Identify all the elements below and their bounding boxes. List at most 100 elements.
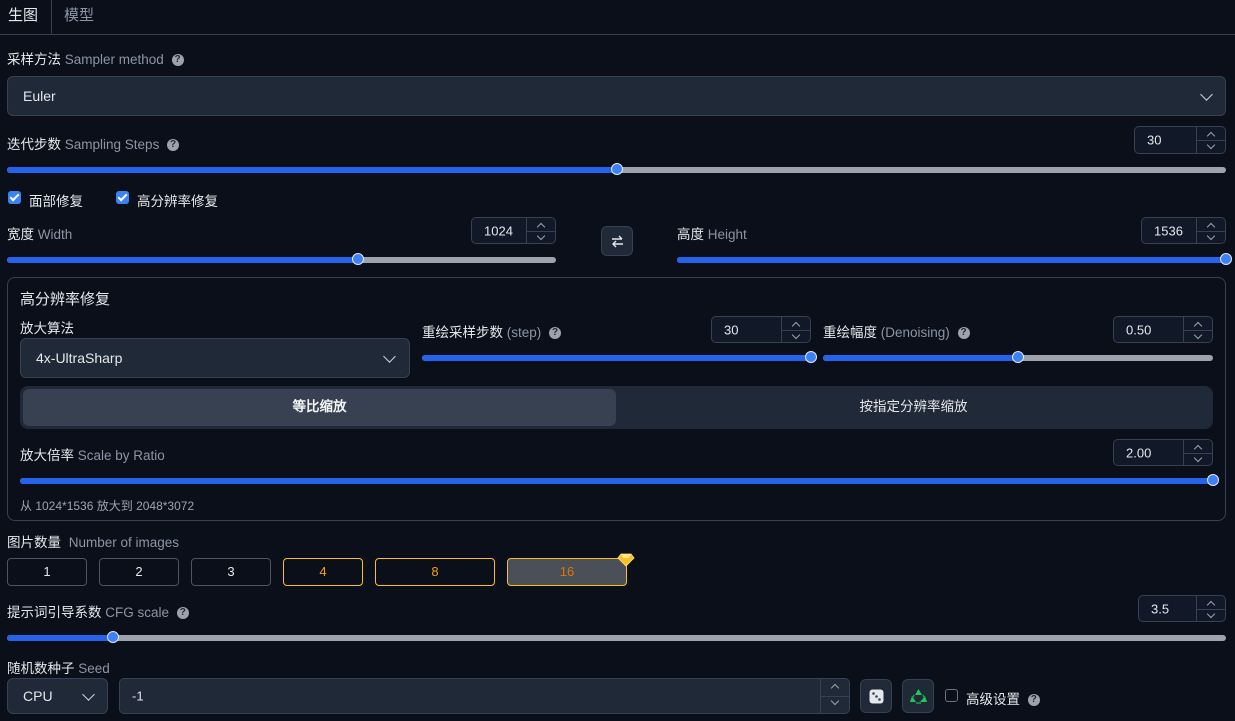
hr-steps-value: 30 <box>724 322 739 337</box>
slider-thumb[interactable] <box>1207 474 1219 486</box>
sampler-select[interactable]: Euler <box>7 76 1226 116</box>
increment-button[interactable] <box>1184 317 1212 331</box>
slider-fill <box>7 167 617 173</box>
upscaler-label: 放大算法 <box>20 321 74 336</box>
increment-button[interactable] <box>527 218 555 232</box>
denoise-slider[interactable] <box>823 351 1213 363</box>
denoise-value: 0.50 <box>1126 322 1152 337</box>
hr-steps-slider[interactable] <box>422 351 817 363</box>
increment-button[interactable] <box>1197 218 1225 232</box>
cfg-label-en: CFG scale <box>105 605 170 620</box>
stepper <box>820 679 849 713</box>
num-images-option-1[interactable]: 1 <box>7 558 87 586</box>
seed-device-select[interactable]: CPU <box>7 678 108 714</box>
increment-button[interactable] <box>1197 596 1225 610</box>
random-seed-button[interactable] <box>860 679 892 713</box>
hr-steps-label-cn: 重绘采样步数 <box>422 325 503 340</box>
help-icon[interactable]: ? <box>167 139 180 152</box>
checkbox-label: 高分辨率修复 <box>137 194 218 209</box>
slider-thumb[interactable] <box>1220 253 1232 265</box>
num-images-option-3[interactable]: 3 <box>191 558 271 586</box>
advanced-settings-checkbox[interactable] <box>945 689 958 702</box>
tab-bar: 生图 模型 <box>0 0 1235 35</box>
increment-button[interactable] <box>1184 440 1212 454</box>
tab-generate[interactable]: 生图 <box>0 0 52 34</box>
slider-thumb[interactable] <box>805 351 817 363</box>
steps-value: 30 <box>1147 132 1162 148</box>
slider-thumb[interactable] <box>352 253 365 265</box>
scale-ratio-slider[interactable] <box>20 474 1219 486</box>
seed-value: -1 <box>132 688 144 704</box>
help-icon[interactable]: ? <box>957 327 970 340</box>
stepper <box>1196 596 1225 621</box>
help-icon[interactable]: ? <box>1027 694 1040 707</box>
steps-number-input[interactable]: 30 <box>1134 126 1226 154</box>
sampler-label-cn: 采样方法 <box>7 52 61 67</box>
tab-model[interactable]: 模型 <box>52 0 106 34</box>
width-slider[interactable] <box>7 253 556 265</box>
denoise-label-cn: 重绘幅度 <box>823 325 877 340</box>
increment-button[interactable] <box>1197 127 1225 141</box>
width-label: 宽度 Width <box>7 223 72 243</box>
height-label-cn: 高度 <box>677 227 704 242</box>
hr-steps-number-input[interactable]: 30 <box>711 316 811 343</box>
denoise-number-input[interactable]: 0.50 <box>1113 316 1213 343</box>
slider-fill <box>7 257 359 263</box>
mode-scale-to-resolution[interactable]: 按指定分辨率缩放 <box>617 389 1210 426</box>
stepper <box>1183 440 1212 465</box>
slider-thumb[interactable] <box>610 163 623 175</box>
help-icon[interactable]: ? <box>171 54 184 67</box>
sampler-label: 采样方法 Sampler method ? <box>7 48 184 68</box>
sampler-label-en: Sampler method <box>64 52 164 67</box>
mode-scale-by-ratio[interactable]: 等比缩放 <box>23 389 616 426</box>
diamond-icon <box>617 553 635 567</box>
seed-device-value: CPU <box>23 688 53 704</box>
stepper <box>526 218 555 243</box>
checkbox-box[interactable] <box>116 191 129 204</box>
slider-thumb[interactable] <box>1012 351 1024 363</box>
hr-steps-label: 重绘采样步数 (step) ? <box>422 321 562 341</box>
cfg-number-input[interactable]: 3.5 <box>1138 595 1226 622</box>
width-number-input[interactable]: 1024 <box>471 217 556 244</box>
width-label-cn: 宽度 <box>7 227 34 242</box>
decrement-button[interactable] <box>1184 330 1212 343</box>
scale-ratio-label-cn: 放大倍率 <box>20 448 74 463</box>
steps-slider[interactable] <box>7 163 1226 175</box>
increment-button[interactable] <box>821 679 849 697</box>
seed-input[interactable]: -1 <box>119 678 850 714</box>
scale-ratio-number-input[interactable]: 2.00 <box>1113 439 1213 466</box>
upscaler-select[interactable]: 4x-UltraSharp <box>20 338 410 378</box>
checkbox-box[interactable] <box>8 191 21 204</box>
decrement-button[interactable] <box>1197 140 1225 153</box>
help-icon[interactable]: ? <box>549 327 562 340</box>
upscale-info-text: 从 1024*1536 放大到 2048*3072 <box>20 499 195 513</box>
scale-ratio-label-en: Scale by Ratio <box>77 448 165 463</box>
decrement-button[interactable] <box>1197 609 1225 622</box>
dice-icon <box>869 689 884 704</box>
swap-dimensions-button[interactable] <box>601 226 633 256</box>
chevron-down-icon <box>383 350 396 363</box>
recycle-icon <box>910 689 927 704</box>
decrement-button[interactable] <box>1184 453 1212 466</box>
decrement-button[interactable] <box>821 696 849 713</box>
increment-button[interactable] <box>782 317 810 331</box>
decrement-button[interactable] <box>527 231 555 244</box>
num-images-option-2[interactable]: 2 <box>99 558 179 586</box>
slider-thumb[interactable] <box>107 631 120 643</box>
cfg-slider[interactable] <box>7 631 1226 643</box>
decrement-button[interactable] <box>782 330 810 343</box>
height-label-en: Height <box>707 227 747 242</box>
reuse-seed-button[interactable] <box>902 679 934 713</box>
num-images-option-16[interactable]: 16 <box>507 558 627 586</box>
decrement-button[interactable] <box>1197 231 1225 244</box>
height-label: 高度 Height <box>677 223 747 243</box>
height-slider[interactable] <box>677 253 1232 265</box>
num-images-option-4[interactable]: 4 <box>283 558 363 586</box>
height-number-input[interactable]: 1536 <box>1141 217 1226 244</box>
scale-ratio-label: 放大倍率 Scale by Ratio <box>20 444 165 464</box>
seed-label-en: Seed <box>78 661 110 676</box>
num-images-option-8[interactable]: 8 <box>375 558 495 586</box>
help-icon[interactable]: ? <box>176 607 189 620</box>
chevron-down-icon <box>82 688 95 701</box>
slider-fill <box>20 478 1213 484</box>
